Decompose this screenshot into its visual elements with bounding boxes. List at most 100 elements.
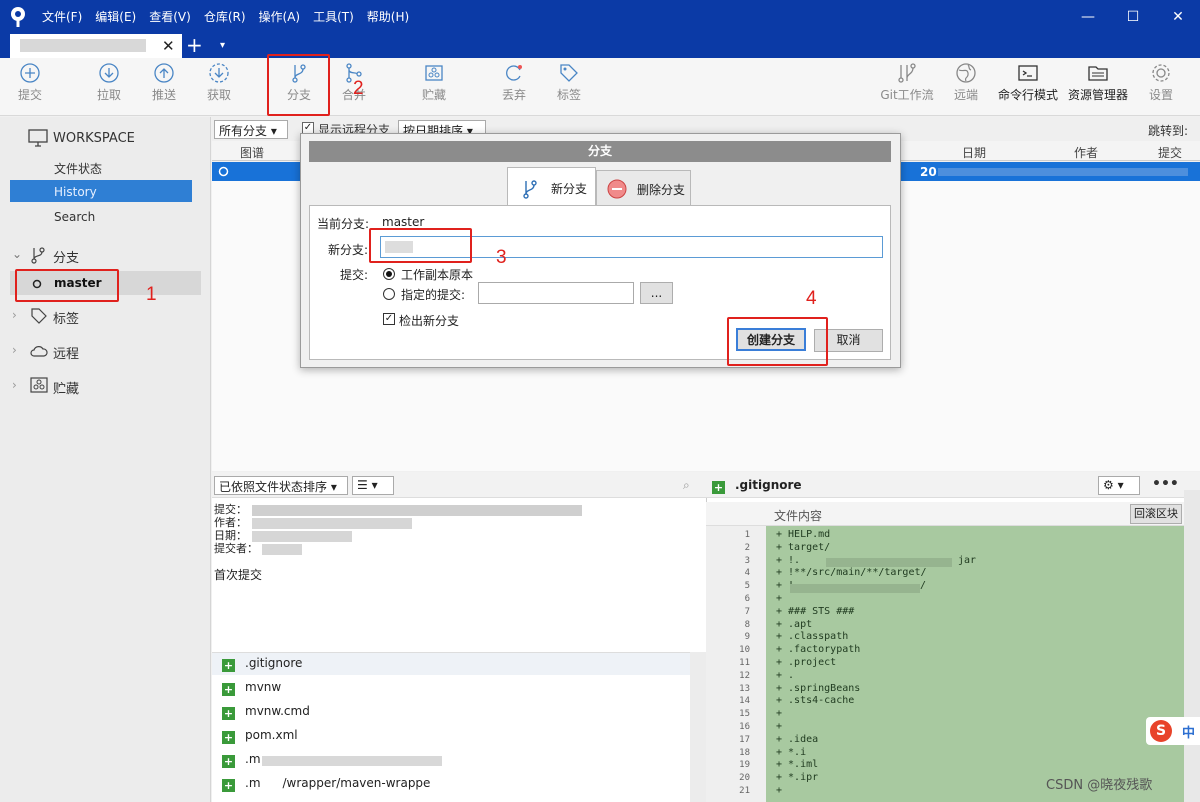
file-item-mvn-1[interactable]: + .m (222, 752, 261, 772)
diff-line-number: 1 (744, 530, 750, 540)
tab-dropdown-button[interactable]: ▾ (220, 37, 225, 55)
diff-line: + *.iml (776, 759, 819, 771)
explorer-button[interactable]: 资源管理器 (1064, 62, 1132, 103)
search-icon[interactable]: ⌕ (683, 478, 690, 493)
specified-commit-input[interactable] (478, 282, 634, 304)
column-graph[interactable]: 图谱 (240, 144, 264, 161)
branch-filter-select[interactable]: 所有分支 ▾ (214, 120, 288, 139)
sidebar-item-history[interactable]: History (54, 185, 97, 199)
diff-line: + *.ipr (776, 772, 819, 784)
added-file-icon: + (222, 707, 235, 720)
diff-line: + !**/src/main/**/target/ (776, 567, 927, 579)
diff-options-button[interactable]: ⚙ ▾ (1098, 476, 1140, 495)
sidebar (0, 117, 211, 802)
committer-redacted (262, 544, 302, 555)
sidebar-remotes-heading[interactable]: 远程 (53, 343, 79, 362)
minimize-button[interactable]: — (1076, 6, 1100, 28)
menu-view[interactable]: 查看(V) (149, 8, 191, 25)
sidebar-stashes-heading[interactable]: 贮藏 (53, 378, 79, 397)
ime-mode: 中 (1182, 726, 1196, 741)
chevron-down-icon[interactable]: ⌄ (12, 247, 22, 261)
new-tab-button[interactable]: + (186, 34, 203, 56)
diff-line-number: 4 (744, 568, 750, 579)
diff-line-number: 12 (739, 670, 750, 681)
diff-redacted-blur (826, 558, 952, 567)
file-sort-select[interactable]: 已依照文件状态排序 ▾ (214, 476, 348, 495)
menu-tools[interactable]: 工具(T) (313, 8, 354, 25)
commit-button[interactable]: 提交 (0, 62, 60, 103)
gitflow-icon (898, 63, 916, 83)
repo-tab-name-redacted (20, 39, 146, 52)
discard-button[interactable]: 丢弃 (484, 62, 544, 103)
fetch-button[interactable]: 获取 (189, 62, 249, 103)
gitflow-button[interactable]: Git工作流 (877, 62, 937, 103)
diff-line: + target/ (776, 541, 831, 553)
gitflow-label: Git工作流 (880, 88, 934, 102)
close-window-button[interactable]: ✕ (1166, 6, 1190, 28)
more-options-icon[interactable]: ••• (1152, 476, 1179, 492)
file-item-gitignore[interactable]: + .gitignore (222, 656, 302, 676)
commit-icon (20, 63, 40, 83)
chevron-right-icon[interactable]: › (12, 308, 17, 322)
commit-node-icon (218, 166, 229, 177)
checkout-new-branch-checkbox[interactable]: ✓ (383, 313, 395, 325)
pull-button[interactable]: 拉取 (79, 62, 139, 103)
view-mode-select[interactable]: ☰ ▾ (352, 476, 394, 495)
stash-button[interactable]: 贮藏 (404, 62, 464, 103)
diff-line: + .springBeans (776, 682, 861, 694)
column-date[interactable]: 日期 (962, 144, 986, 161)
diff-file-title: + .gitignore (712, 478, 802, 498)
diff-line: + .apt (776, 618, 813, 630)
menu-bar: 文件(F) 编辑(E) 查看(V) 仓库(R) 操作(A) 工具(T) 帮助(H… (42, 8, 422, 25)
chevron-right-icon[interactable]: › (12, 343, 17, 357)
annotation-number-4: 4 (806, 288, 817, 309)
diff-line: + .sts4-cache (776, 695, 855, 707)
browse-commit-button[interactable]: ... (640, 282, 673, 304)
tab-new-branch[interactable]: 新分支 (507, 167, 596, 206)
menu-repository[interactable]: 仓库(R) (204, 8, 246, 25)
diff-line-3-suffix: jar (958, 555, 977, 566)
file-item-mvn-2[interactable]: + .m/wrapper/maven-wrappe (222, 776, 430, 796)
repo-tab[interactable]: ✕ (10, 34, 182, 58)
file-list-scrollbar[interactable] (690, 652, 706, 802)
remote-button[interactable]: 远端 (936, 62, 996, 103)
sidebar-item-search[interactable]: Search (54, 210, 95, 224)
maximize-button[interactable]: ☐ (1121, 6, 1145, 28)
close-tab-icon[interactable]: ✕ (162, 37, 175, 55)
pull-label: 拉取 (96, 88, 121, 102)
diff-line: + (776, 593, 783, 604)
added-file-icon: + (222, 659, 235, 672)
menu-help[interactable]: 帮助(H) (367, 8, 409, 25)
sidebar-branches-heading[interactable]: 分支 (53, 247, 79, 266)
sogou-logo-icon: S (1150, 720, 1172, 742)
file-item-mvnw-cmd[interactable]: + mvnw.cmd (222, 704, 310, 724)
added-file-icon: + (222, 779, 235, 792)
tag-button[interactable]: 标签 (539, 62, 599, 103)
selected-row-date: 20 (920, 165, 937, 179)
menu-actions[interactable]: 操作(A) (259, 8, 301, 25)
chevron-right-icon[interactable]: › (12, 378, 17, 392)
radio-specified-commit[interactable] (383, 288, 395, 300)
gear-icon (1152, 64, 1170, 82)
file-item-mvnw[interactable]: + mvnw (222, 680, 281, 700)
sidebar-tags-heading[interactable]: 标签 (53, 308, 79, 327)
tab-delete-branch[interactable]: 删除分支 (596, 170, 691, 206)
settings-button[interactable]: 设置 (1131, 62, 1191, 103)
diff-scrollbar[interactable] (1184, 490, 1200, 802)
diff-line-number: 10 (739, 645, 750, 656)
row-redacted-blur (938, 168, 1188, 176)
annotation-box-4 (727, 317, 828, 366)
menu-edit[interactable]: 编辑(E) (95, 8, 136, 25)
push-button[interactable]: 推送 (134, 62, 194, 103)
file-item-pom[interactable]: + pom.xml (222, 728, 298, 748)
column-commit[interactable]: 提交 (1158, 144, 1182, 161)
menu-file[interactable]: 文件(F) (42, 8, 82, 25)
column-author[interactable]: 作者 (1074, 144, 1098, 161)
sidebar-item-file-status[interactable]: 文件状态 (54, 160, 102, 177)
annotation-number-2: 2 (353, 78, 364, 99)
revert-hunk-button[interactable]: 回滚区块 (1130, 504, 1182, 524)
terminal-button[interactable]: 命令行模式 (996, 62, 1060, 103)
radio-working-copy[interactable] (383, 268, 395, 280)
date-redacted (252, 531, 352, 542)
stash-icon (30, 377, 48, 393)
